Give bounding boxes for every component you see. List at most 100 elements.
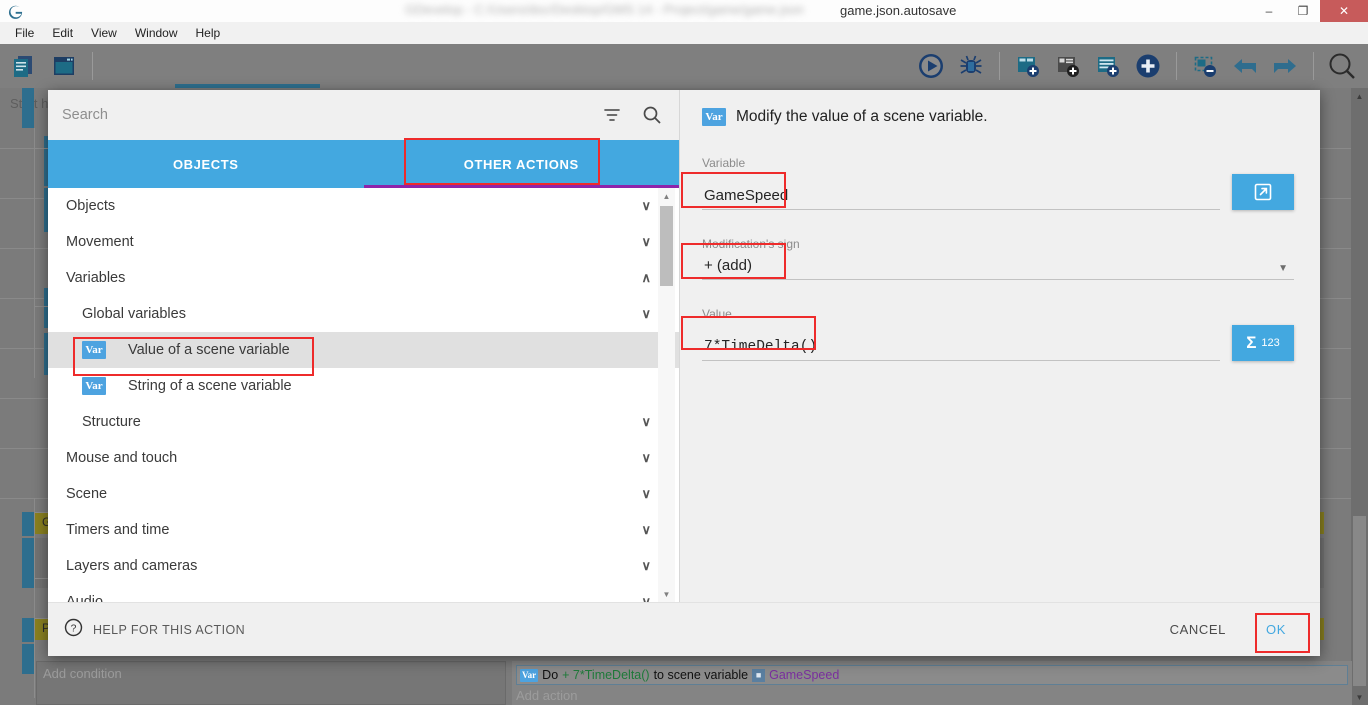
- chevron-down-icon[interactable]: ∨: [641, 594, 651, 602]
- action-editor-dialog: OBJECTS OTHER ACTIONS Objects ∨: [48, 90, 1320, 656]
- search-icon[interactable]: [1326, 50, 1358, 82]
- editor-vertical-scrollbar[interactable]: ▲ ▼: [1351, 88, 1368, 705]
- tree-node-objects[interactable]: Objects ∨: [48, 188, 679, 224]
- search-bar: [48, 90, 679, 140]
- tree-node-layers-and-cameras[interactable]: Layers and cameras ∨: [48, 548, 679, 584]
- chevron-down-icon[interactable]: ▼: [1278, 263, 1288, 274]
- expression-builder-button[interactable]: Σ 123: [1232, 325, 1294, 361]
- chevron-up-icon[interactable]: ∧: [641, 270, 651, 286]
- tree-node-mouse-and-touch[interactable]: Mouse and touch ∨: [48, 440, 679, 476]
- delete-selection-icon[interactable]: [1189, 50, 1221, 82]
- undo-icon[interactable]: [1229, 50, 1261, 82]
- var-badge-icon: Var: [702, 108, 726, 126]
- chevron-down-icon[interactable]: ∨: [641, 486, 651, 502]
- cancel-button[interactable]: CANCEL: [1154, 614, 1242, 645]
- search-icon[interactable]: [639, 102, 665, 128]
- tree-node-label: Global variables: [82, 306, 186, 322]
- toolbar-divider: [92, 52, 93, 80]
- chevron-down-icon[interactable]: ∨: [641, 522, 651, 538]
- tree-item-label: String of a scene variable: [128, 378, 292, 394]
- field-value: Value Σ 123: [702, 307, 1294, 361]
- action-variable-name[interactable]: GameSpeed: [769, 668, 839, 682]
- chevron-down-icon[interactable]: ∨: [641, 414, 651, 430]
- tree-node-label: Audio: [66, 594, 104, 602]
- tree-node-structure[interactable]: Structure ∨: [48, 404, 679, 440]
- action-list-pane: OBJECTS OTHER ACTIONS Objects ∨: [48, 90, 680, 602]
- add-external-layout-icon[interactable]: [1052, 50, 1084, 82]
- action-expression[interactable]: + 7*TimeDelta(): [562, 668, 649, 682]
- close-icon[interactable]: ✕: [1320, 0, 1368, 22]
- menu-file[interactable]: File: [6, 23, 43, 43]
- ok-button[interactable]: OK: [1250, 614, 1302, 645]
- scroll-up-arrow[interactable]: ▲: [1351, 88, 1368, 104]
- tree-node-label: Mouse and touch: [66, 450, 178, 466]
- action-line[interactable]: Var Do + 7*TimeDelta() to scene variable…: [516, 665, 1348, 685]
- add-scene-icon[interactable]: [1012, 50, 1044, 82]
- modification-sign-select[interactable]: [702, 255, 1294, 280]
- var-badge-icon: Var: [82, 341, 106, 359]
- chevron-down-icon[interactable]: ∨: [641, 450, 651, 466]
- tab-objects[interactable]: OBJECTS: [48, 140, 364, 188]
- chevron-down-icon[interactable]: ∨: [641, 306, 651, 322]
- action-tree: Objects ∨ Movement ∨ Variables ∧ Global …: [48, 188, 679, 602]
- add-object-icon[interactable]: [1132, 50, 1164, 82]
- menu-view[interactable]: View: [82, 23, 126, 43]
- window-title: game.json.autosave: [840, 3, 957, 18]
- menu-bar: File Edit View Window Help: [0, 22, 1368, 44]
- help-label: HELP FOR THIS ACTION: [93, 622, 246, 637]
- chevron-down-icon[interactable]: ∨: [641, 234, 651, 250]
- tab-other-actions-label: OTHER ACTIONS: [463, 156, 579, 172]
- tree-node-audio[interactable]: Audio ∨: [48, 584, 679, 602]
- window-title-blurred: GDevelop - C:/Users/doc/Desktop/GMS 14 -…: [405, 2, 804, 17]
- var-badge-icon: Var: [520, 668, 539, 682]
- app-window: GDevelop - C:/Users/doc/Desktop/GMS 14 -…: [0, 0, 1368, 705]
- minimize-icon[interactable]: –: [1252, 0, 1286, 22]
- tree-scrollbar[interactable]: ▲ ▼: [658, 188, 675, 602]
- svg-text:?: ?: [71, 623, 77, 634]
- redo-icon[interactable]: [1269, 50, 1301, 82]
- project-manager-icon[interactable]: [48, 50, 80, 82]
- value-input[interactable]: [702, 337, 1220, 361]
- tree-node-global-variables[interactable]: Global variables ∨: [48, 296, 679, 332]
- window-controls: – ❐ ✕: [1252, 0, 1368, 22]
- help-for-this-action-link[interactable]: ? HELP FOR THIS ACTION: [64, 618, 245, 642]
- tree-item-value-of-a-scene-variable[interactable]: Var Value of a scene variable: [48, 332, 679, 368]
- tree-scroll-down-arrow[interactable]: ▼: [658, 586, 675, 602]
- scroll-down-arrow[interactable]: ▼: [1351, 689, 1368, 705]
- action-prefix: Do: [542, 668, 559, 682]
- tree-scroll-up-arrow[interactable]: ▲: [658, 188, 675, 204]
- add-action-placeholder[interactable]: Add action: [516, 688, 577, 703]
- tree-node-movement[interactable]: Movement ∨: [48, 224, 679, 260]
- chevron-down-icon[interactable]: ∨: [641, 558, 651, 574]
- title-bar: GDevelop - C:/Users/doc/Desktop/GMS 14 -…: [0, 0, 1368, 22]
- action-title: Modify the value of a scene variable.: [736, 108, 988, 125]
- tree-node-scene[interactable]: Scene ∨: [48, 476, 679, 512]
- debug-preview-icon[interactable]: [955, 50, 987, 82]
- menu-help[interactable]: Help: [187, 23, 230, 43]
- preview-play-icon[interactable]: [915, 50, 947, 82]
- add-external-events-icon[interactable]: [1092, 50, 1124, 82]
- add-condition-cell[interactable]: Add condition: [36, 661, 506, 705]
- menu-window[interactable]: Window: [126, 23, 187, 43]
- question-circle-icon: ?: [64, 618, 83, 642]
- filter-icon[interactable]: [599, 102, 625, 128]
- tab-objects-label: OBJECTS: [172, 156, 239, 172]
- field-variable-label: Variable: [702, 156, 746, 170]
- tree-node-variables[interactable]: Variables ∧: [48, 260, 679, 296]
- scroll-thumb[interactable]: [1353, 516, 1366, 686]
- chevron-down-icon[interactable]: ∨: [641, 198, 651, 214]
- tree-scroll-thumb[interactable]: [660, 206, 673, 286]
- action-parameters-pane: Var Modify the value of a scene variable…: [680, 90, 1320, 602]
- search-input[interactable]: [62, 107, 585, 123]
- tab-other-actions[interactable]: OTHER ACTIONS: [363, 140, 679, 188]
- menu-edit[interactable]: Edit: [43, 23, 82, 43]
- expression-number-label: 123: [1261, 337, 1280, 349]
- tree-item-string-of-a-scene-variable[interactable]: Var String of a scene variable: [48, 368, 679, 404]
- open-external-icon[interactable]: [1232, 174, 1294, 210]
- restore-icon[interactable]: ❐: [1286, 0, 1320, 22]
- action-cell[interactable]: Var Do + 7*TimeDelta() to scene variable…: [512, 661, 1352, 705]
- open-project-icon[interactable]: [8, 50, 40, 82]
- variable-input[interactable]: [702, 185, 1220, 210]
- scene-variable-icon: ■: [752, 668, 766, 682]
- tree-node-timers-and-time[interactable]: Timers and time ∨: [48, 512, 679, 548]
